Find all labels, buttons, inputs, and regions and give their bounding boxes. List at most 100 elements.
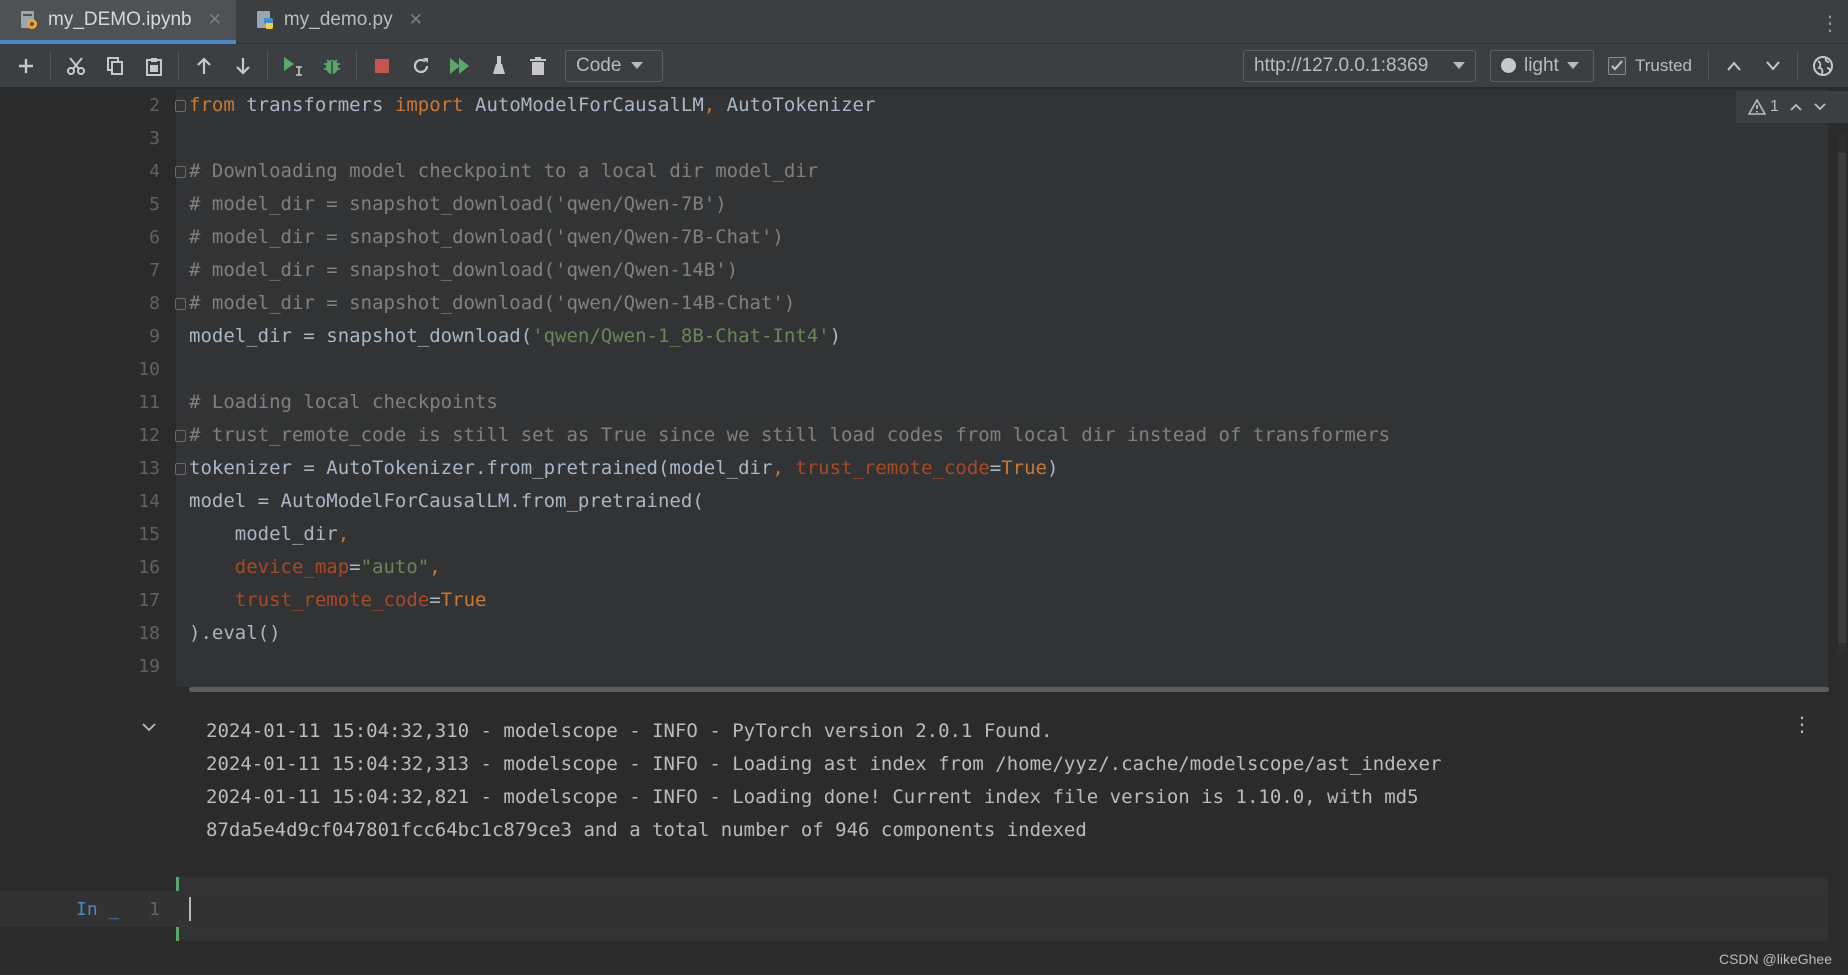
line-number: 1 <box>149 899 160 920</box>
collapse-output-toggle[interactable] <box>141 719 157 737</box>
chevron-down-icon[interactable] <box>1813 102 1827 112</box>
cut-cell-button[interactable] <box>56 44 95 88</box>
output-line: 87da5e4d9cf047801fcc64bc1c879ce3 and a t… <box>206 819 1087 841</box>
watermark: CSDN @likeGhee <box>1718 951 1832 967</box>
code-line[interactable]: ).eval() <box>189 617 281 650</box>
line-number: 11 <box>138 392 160 413</box>
code-line[interactable]: device_map="auto", <box>189 551 441 584</box>
restart-kernel-button[interactable] <box>401 44 440 88</box>
inspection-widget[interactable]: 1 <box>1736 91 1848 123</box>
code-line[interactable]: # model_dir = snapshot_download('qwen/Qw… <box>189 188 727 221</box>
output-menu-icon[interactable]: ⋮ <box>1792 715 1812 735</box>
code-line[interactable]: # Loading local checkpoints <box>189 386 498 419</box>
arrow-up-icon <box>196 56 211 74</box>
paste-cell-button[interactable] <box>134 44 173 88</box>
code-line[interactable]: model_dir = snapshot_download('qwen/Qwen… <box>189 320 841 353</box>
code-token: model_dir <box>234 523 338 545</box>
close-icon[interactable]: ✕ <box>409 10 423 30</box>
code-token: tokenizer = AutoTokenizer.from_pretraine… <box>189 457 773 479</box>
line-number: 3 <box>149 128 160 149</box>
code-line[interactable]: # model_dir = snapshot_download('qwen/Qw… <box>189 254 738 287</box>
line-number: 4 <box>149 161 160 182</box>
line-number: 5 <box>149 194 160 215</box>
trusted-checkbox[interactable] <box>1607 56 1626 75</box>
toolbar-divider <box>1797 51 1798 80</box>
code-token: , <box>337 523 350 545</box>
line-number: 2 <box>149 95 160 116</box>
debug-cell-button[interactable] <box>312 44 351 88</box>
add-cell-button[interactable] <box>6 44 45 88</box>
tab-my-demo-ipynb[interactable]: my_DEMO.ipynb ✕ <box>0 0 236 44</box>
select-cell-above-button[interactable] <box>1714 44 1753 88</box>
chevron-down-icon <box>142 723 156 732</box>
notebook-editor: 1 2 3 4 5 6 7 8 9 10 11 12 13 14 15 16 1… <box>0 89 1848 975</box>
fold-marker-icon[interactable] <box>175 298 186 310</box>
line-number: 8 <box>149 293 160 314</box>
code-token: , <box>429 556 441 578</box>
chevron-up-icon[interactable] <box>1789 102 1803 112</box>
tab-my-demo-py[interactable]: my_demo.py ✕ <box>236 0 437 44</box>
line-number: 13 <box>138 458 160 479</box>
code-token: True <box>440 589 487 611</box>
output-line: 2024-01-11 15:04:32,821 - modelscope - I… <box>206 786 1419 808</box>
fold-marker-icon[interactable] <box>175 100 186 112</box>
notebook-toolbar: Code http://127.0.0.1:8369 light Trusted <box>0 44 1848 88</box>
line-number: 15 <box>138 524 160 545</box>
code-line[interactable]: model_dir, <box>189 518 349 551</box>
run-all-button[interactable] <box>440 44 479 88</box>
execution-prompt: In _ <box>76 899 120 920</box>
toolbar-divider <box>267 51 268 80</box>
code-line[interactable]: from transformers import AutoModelForCau… <box>189 89 875 122</box>
scrollbar-thumb[interactable] <box>1838 153 1846 643</box>
code-line[interactable]: # model_dir = snapshot_download('qwen/Qw… <box>189 221 784 254</box>
circle-icon <box>1500 58 1516 73</box>
select-cell-below-button[interactable] <box>1753 44 1792 88</box>
python-file-icon <box>254 9 276 31</box>
run-cursor-icon <box>283 56 302 76</box>
code-token: True <box>1001 457 1047 479</box>
toolbar-divider <box>1708 51 1709 80</box>
vertical-scrollbar[interactable] <box>1838 133 1846 653</box>
fold-marker-icon[interactable] <box>175 463 186 475</box>
run-cell-button[interactable] <box>273 44 312 88</box>
move-cell-down-button[interactable] <box>223 44 262 88</box>
copy-cell-button[interactable] <box>95 44 134 88</box>
cell-type-select[interactable]: Code <box>565 49 663 82</box>
theme-select[interactable]: light <box>1489 49 1594 82</box>
code-line[interactable]: # trust_remote_code is still set as True… <box>189 419 1390 452</box>
code-line[interactable]: trust_remote_code=True <box>189 584 487 617</box>
close-icon[interactable]: ✕ <box>208 10 222 30</box>
line-number: 9 <box>149 326 160 347</box>
move-cell-up-button[interactable] <box>184 44 223 88</box>
line-number: 6 <box>149 227 160 248</box>
code-token: transformers <box>234 94 395 116</box>
warning-icon <box>1748 99 1766 115</box>
code-token: device_map <box>234 556 350 578</box>
code-line[interactable]: # Downloading model checkpoint to a loca… <box>189 155 818 188</box>
line-number: 19 <box>138 656 160 677</box>
code-line[interactable]: tokenizer = AutoTokenizer.from_pretraine… <box>189 452 1058 485</box>
stop-kernel-button[interactable] <box>362 44 401 88</box>
delete-cell-button[interactable] <box>518 44 557 88</box>
kernel-url-select[interactable]: http://127.0.0.1:8369 <box>1242 49 1476 82</box>
open-in-browser-button[interactable] <box>1803 44 1842 88</box>
fold-marker-icon[interactable] <box>175 166 186 178</box>
chevron-down-icon <box>1765 60 1780 71</box>
clear-outputs-button[interactable] <box>479 44 518 88</box>
toolbar-divider <box>50 51 51 80</box>
bug-icon <box>323 58 340 74</box>
code-line[interactable]: model = AutoModelForCausalLM.from_pretra… <box>189 485 704 518</box>
code-token: , <box>703 94 716 116</box>
chevron-down-icon <box>631 62 644 69</box>
line-number: 16 <box>138 557 160 578</box>
code-token: import <box>394 94 464 116</box>
code-line[interactable]: # model_dir = snapshot_download('qwen/Qw… <box>189 287 795 320</box>
fold-marker-icon[interactable] <box>175 430 186 442</box>
scissors-icon <box>66 56 85 75</box>
more-vertical-icon[interactable]: ⋮ <box>1820 11 1840 36</box>
chevron-down-icon <box>1452 62 1465 69</box>
chevron-up-icon <box>1726 60 1741 71</box>
horizontal-scrollbar[interactable] <box>189 687 1829 692</box>
